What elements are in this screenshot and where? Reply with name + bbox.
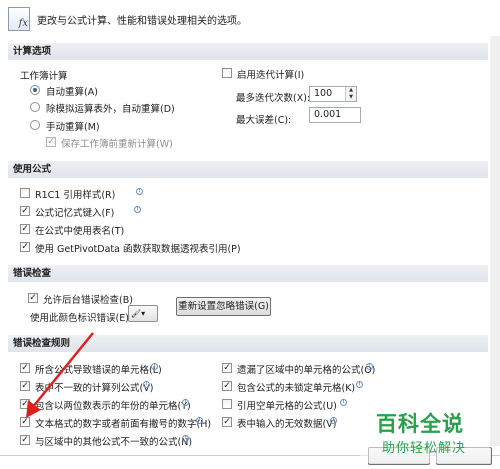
watermark-title: 百科全说 — [376, 412, 464, 436]
watermark-subtitle: 助你轻松解决 — [382, 441, 467, 456]
red-arrow-annotation — [26, 332, 94, 418]
